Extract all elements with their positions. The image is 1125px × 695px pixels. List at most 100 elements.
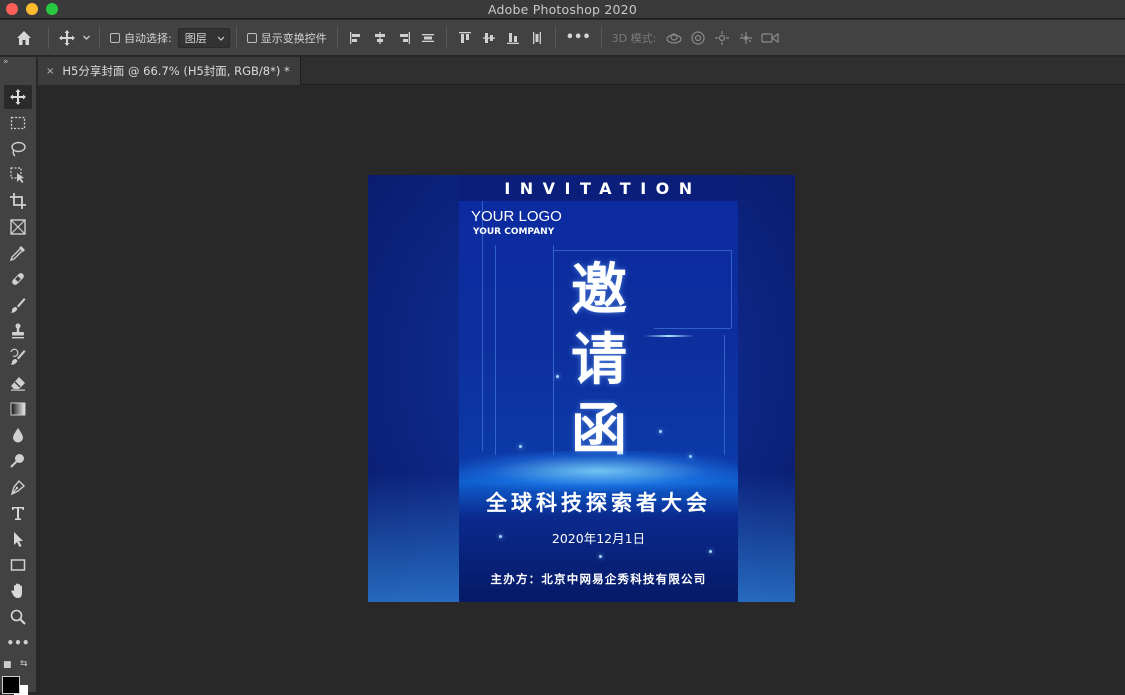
show-transform-checkbox[interactable] — [246, 32, 257, 43]
hand-tool[interactable] — [4, 579, 32, 603]
event-date: 2020年12月1日 — [551, 531, 646, 546]
chevron-down-icon[interactable] — [81, 26, 91, 50]
object-select-tool[interactable] — [4, 163, 32, 187]
3d-orbit-icon[interactable] — [664, 26, 684, 50]
path-select-tool[interactable] — [4, 527, 32, 551]
eyedropper-icon — [9, 246, 25, 262]
align-bottom-icon[interactable] — [503, 26, 523, 50]
stamp-icon — [12, 323, 24, 339]
canvas-area[interactable]: INVITATION YOUR LOGO YOUR COMPANY 邀 请 函 — [38, 86, 1125, 692]
auto-select-dropdown[interactable]: 图层 — [177, 27, 230, 48]
dodge-tool[interactable] — [4, 449, 32, 473]
sparkle — [599, 555, 602, 558]
drop-icon — [13, 428, 23, 443]
3d-slide-icon[interactable] — [736, 26, 756, 50]
align-top-icon[interactable] — [455, 26, 475, 50]
clone-stamp-tool[interactable] — [4, 319, 32, 343]
crop-tool[interactable] — [4, 189, 32, 213]
document-tab[interactable]: × H5分享封面 @ 66.7% (H5封面, RGB/8*) * — [38, 57, 301, 85]
object-select-icon — [10, 167, 24, 183]
sparkle — [556, 375, 559, 378]
3d-mode-label: 3D 模式: — [611, 31, 657, 45]
edit-toolbar-button[interactable]: ••• — [4, 631, 32, 655]
magnifier-icon — [10, 609, 26, 625]
eraser-tool[interactable] — [4, 371, 32, 395]
sparkle — [709, 550, 712, 553]
event-host: 主办方：北京中网易企秀科技有限公司 — [490, 572, 707, 586]
auto-select-checkbox[interactable] — [110, 32, 120, 43]
separator — [48, 26, 49, 49]
distribute-horizontal-icon[interactable] — [418, 26, 438, 50]
side-glow-right — [737, 472, 795, 602]
crop-icon — [10, 193, 26, 209]
marquee-tool[interactable] — [4, 111, 32, 135]
healing-brush-tool[interactable] — [4, 267, 32, 291]
logo-text: YOUR LOGO — [471, 208, 562, 225]
lasso-tool[interactable] — [4, 137, 32, 161]
distribute-vertical-icon[interactable] — [527, 26, 547, 50]
lasso-icon — [11, 141, 26, 157]
separator — [600, 26, 602, 49]
pen-tool[interactable] — [4, 475, 32, 499]
side-glow-left — [368, 472, 459, 602]
rectangle-tool[interactable] — [4, 553, 32, 577]
dodge-icon — [10, 454, 24, 468]
event-title: 全球科技探索者大会 — [486, 491, 711, 515]
history-brush-icon — [10, 348, 26, 365]
gradient-tool[interactable] — [4, 397, 32, 421]
frame-tool[interactable] — [4, 215, 32, 239]
history-brush-tool[interactable] — [4, 345, 32, 369]
company-text: YOUR COMPANY — [473, 227, 555, 237]
3d-camera-icon[interactable] — [760, 26, 780, 50]
document-canvas[interactable]: INVITATION YOUR LOGO YOUR COMPANY 邀 请 函 — [368, 175, 795, 602]
3d-roll-icon[interactable] — [688, 26, 708, 50]
more-options-button[interactable]: ••• — [566, 30, 591, 45]
app-title: Adobe Photoshop 2020 — [488, 2, 637, 17]
brush-tool[interactable] — [4, 293, 32, 317]
path-select-icon — [14, 532, 23, 547]
horizon-glow — [459, 451, 738, 491]
align-left-icon[interactable] — [346, 26, 366, 50]
decor-line — [731, 250, 732, 328]
align-right-icon[interactable] — [394, 26, 414, 50]
move-tool-preset-icon[interactable] — [57, 26, 77, 50]
default-colors-icon[interactable]: ■ — [3, 660, 12, 670]
hand-icon — [11, 583, 22, 598]
move-icon — [10, 89, 26, 105]
invitation-poster: INVITATION YOUR LOGO YOUR COMPANY 邀 请 函 — [459, 175, 738, 602]
swap-colors-icon[interactable]: ⇆ — [20, 659, 28, 669]
tools-panel: » ••• ■ ⇆ — [0, 57, 37, 695]
options-bar: 自动选择: 图层 显示变换控件 ••• 3D 模式: — [0, 20, 1125, 56]
bandage-icon — [12, 273, 24, 285]
brush-icon — [10, 298, 26, 313]
zoom-tool[interactable] — [4, 605, 32, 629]
foreground-color-swatch[interactable] — [2, 676, 20, 694]
separator — [235, 26, 237, 49]
rectangle-icon — [10, 559, 26, 571]
auto-select-label: 自动选择: — [124, 31, 172, 45]
eyedropper-tool[interactable] — [4, 241, 32, 265]
separator — [99, 26, 100, 49]
gradient-icon — [10, 402, 26, 416]
title-bar: Adobe Photoshop 2020 — [0, 0, 1125, 19]
show-transform-label: 显示变换控件 — [260, 31, 327, 45]
home-icon[interactable] — [14, 26, 34, 50]
blur-tool[interactable] — [4, 423, 32, 447]
headline-char: 请 — [571, 328, 627, 393]
3d-pan-icon[interactable] — [712, 26, 732, 50]
decor-line — [654, 328, 731, 329]
move-tool[interactable] — [4, 85, 32, 109]
align-horizontal-center-icon[interactable] — [370, 26, 390, 50]
tab-close-button[interactable]: × — [46, 66, 54, 77]
decor-line — [553, 250, 731, 251]
invitation-banner-text: INVITATION — [504, 178, 702, 198]
sparkle — [659, 430, 662, 433]
collapse-panel-button[interactable]: » — [3, 57, 9, 67]
eraser-icon — [11, 377, 25, 391]
align-vertical-center-icon[interactable] — [479, 26, 499, 50]
chevron-down-icon — [217, 36, 225, 41]
frame-icon — [10, 219, 26, 235]
headline-char: 邀 — [571, 258, 627, 323]
type-tool[interactable] — [4, 501, 32, 525]
decor-line — [482, 201, 483, 451]
